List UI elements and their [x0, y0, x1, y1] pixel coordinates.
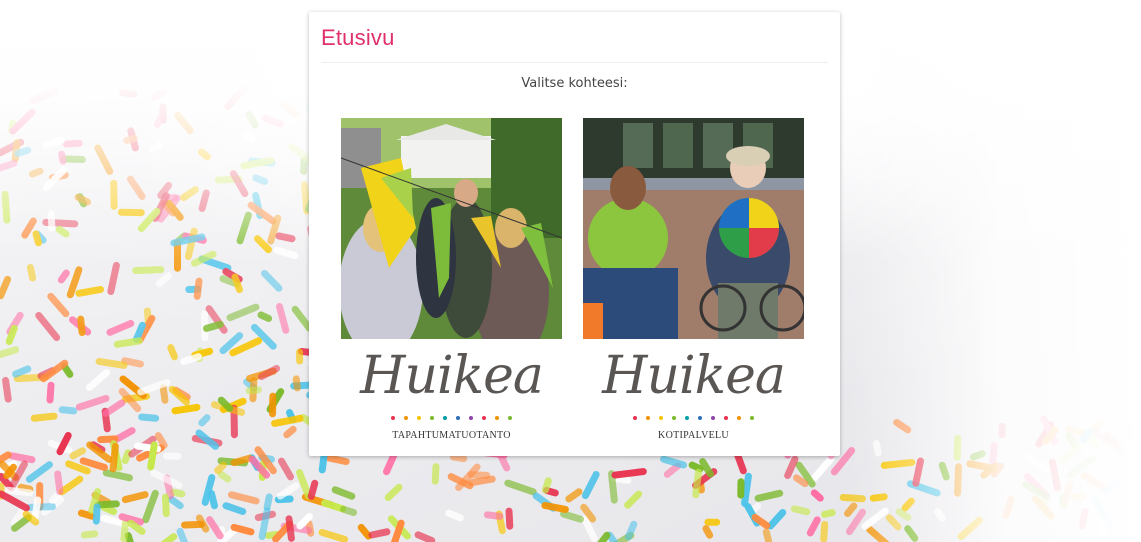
logo-dot — [646, 416, 650, 420]
logo-dot — [724, 416, 728, 420]
destination-prompt: Valitse kohteesi: — [521, 76, 628, 91]
home-care-photo-image — [583, 118, 804, 339]
event-photo-image — [341, 118, 562, 339]
logo-dot — [482, 416, 486, 420]
huikea-logo-wordmark: Huikea — [360, 346, 544, 406]
event-photo[interactable] — [341, 118, 562, 339]
option-kotipalvelu[interactable]: Huikea KOTIPALVELU — [583, 118, 804, 448]
logo-dot — [430, 416, 434, 420]
main-card: Etusivu Valitse kohteesi: Huikea TAPAHTU… — [309, 12, 840, 456]
logo-caption: KOTIPALVELU — [658, 430, 729, 441]
huikea-logo-wordmark: Huikea — [602, 346, 786, 406]
logo-dot — [685, 416, 689, 420]
card-header: Etusivu — [321, 12, 828, 63]
option-tapahtumatuotanto[interactable]: Huikea TAPAHTUMATUOTANTO — [341, 118, 562, 448]
logo-dot — [456, 416, 460, 420]
logo-dot — [469, 416, 473, 420]
logo-dots — [391, 416, 512, 422]
logo-dot — [698, 416, 702, 420]
logo-dot — [659, 416, 663, 420]
page-title: Etusivu — [321, 25, 395, 50]
logo-dot — [391, 416, 395, 420]
logo-dot — [672, 416, 676, 420]
logo-dot — [750, 416, 754, 420]
logo-dots — [633, 416, 754, 422]
logo-dot — [633, 416, 637, 420]
logo-dot — [737, 416, 741, 420]
home-care-photo[interactable] — [583, 118, 804, 339]
logo-dot — [495, 416, 499, 420]
logo-dot — [711, 416, 715, 420]
logo-caption: TAPAHTUMATUOTANTO — [392, 430, 511, 441]
logo-dot — [508, 416, 512, 420]
logo-dot — [443, 416, 447, 420]
logo-dot — [417, 416, 421, 420]
logo-dot — [404, 416, 408, 420]
